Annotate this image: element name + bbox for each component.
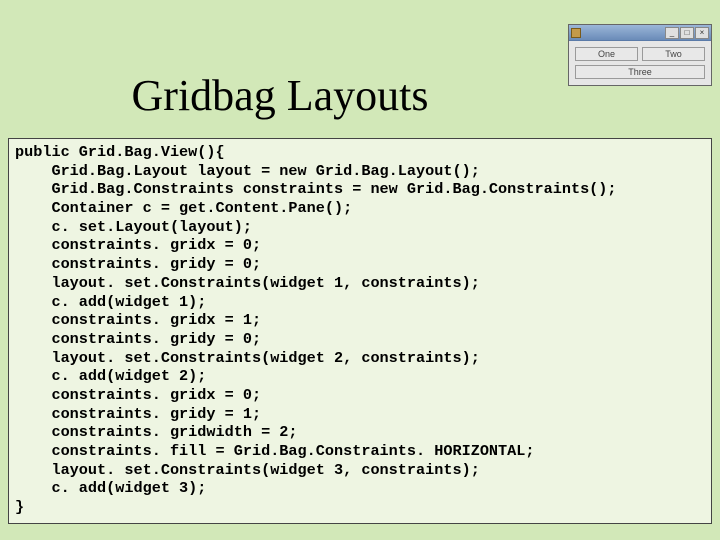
code-line: constraints. gridy = 0; xyxy=(15,330,261,348)
minimize-button[interactable]: _ xyxy=(665,27,679,39)
window-body: One Two Three xyxy=(569,41,711,85)
close-button[interactable]: × xyxy=(695,27,709,39)
code-line: Grid.Bag.Constraints constraints = new G… xyxy=(15,180,617,198)
code-line: layout. set.Constraints(widget 3, constr… xyxy=(15,461,480,479)
java-window: _ □ × One Two Three xyxy=(568,24,712,86)
code-line: constraints. gridy = 0; xyxy=(15,255,261,273)
code-line: c. add(widget 1); xyxy=(15,293,206,311)
widget-three-button[interactable]: Three xyxy=(575,65,705,79)
widget-two-button[interactable]: Two xyxy=(642,47,705,61)
code-line: layout. set.Constraints(widget 2, constr… xyxy=(15,349,480,367)
code-line: Grid.Bag.Layout layout = new Grid.Bag.La… xyxy=(15,162,480,180)
code-line: Container c = get.Content.Pane(); xyxy=(15,199,352,217)
code-line: layout. set.Constraints(widget 1, constr… xyxy=(15,274,480,292)
code-listing: public Grid.Bag.View(){ Grid.Bag.Layout … xyxy=(8,138,712,524)
window-controls: _ □ × xyxy=(665,27,709,39)
code-line: c. set.Layout(layout); xyxy=(15,218,252,236)
code-line: constraints. fill = Grid.Bag.Constraints… xyxy=(15,442,535,460)
maximize-button[interactable]: □ xyxy=(680,27,694,39)
code-line: c. add(widget 2); xyxy=(15,367,206,385)
code-line: constraints. gridx = 1; xyxy=(15,311,261,329)
code-line: constraints. gridx = 0; xyxy=(15,386,261,404)
code-line: c. add(widget 3); xyxy=(15,479,206,497)
code-line: } xyxy=(15,498,24,516)
code-line: constraints. gridy = 1; xyxy=(15,405,261,423)
code-line: constraints. gridwidth = 2; xyxy=(15,423,298,441)
code-line: public Grid.Bag.View(){ xyxy=(15,143,225,161)
slide-title: Gridbag Layouts xyxy=(0,70,560,121)
code-line: constraints. gridx = 0; xyxy=(15,236,261,254)
widget-one-button[interactable]: One xyxy=(575,47,638,61)
window-titlebar: _ □ × xyxy=(569,25,711,41)
java-coffee-icon xyxy=(571,28,581,38)
